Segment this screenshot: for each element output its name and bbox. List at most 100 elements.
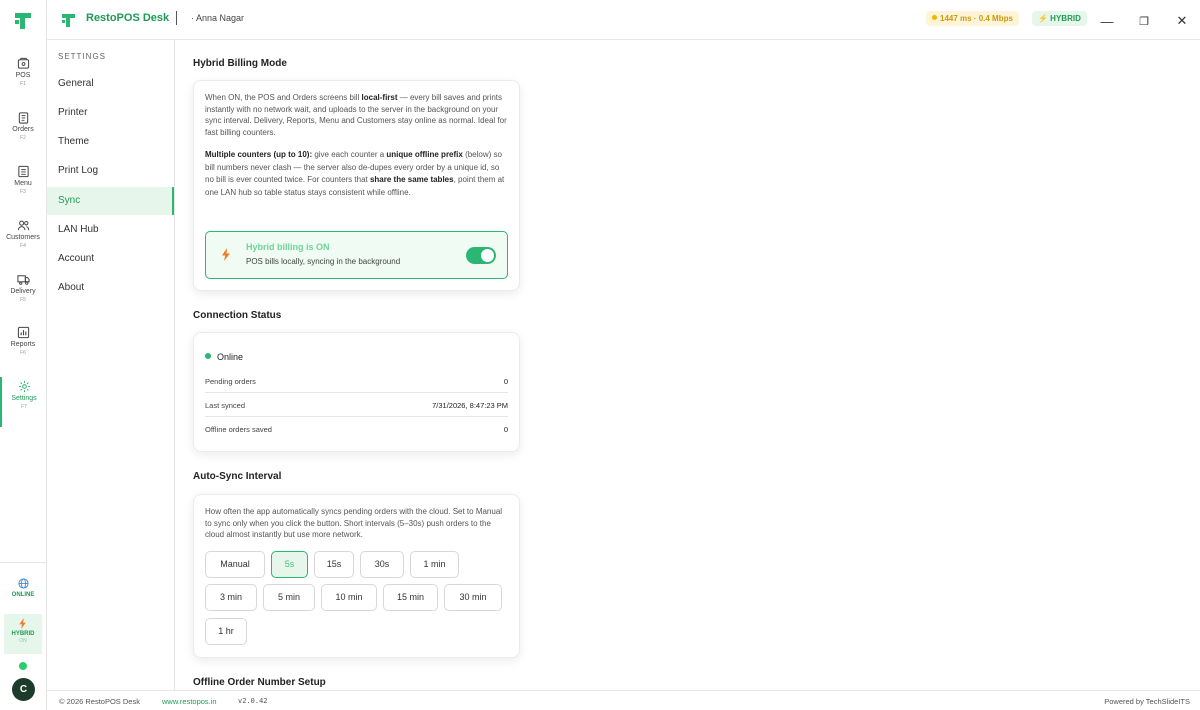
last-synced-label: Last synced: [205, 401, 246, 410]
title-bar: RestoPOS Desk · Anna Nagar 1447 ms · 0.4…: [0, 0, 1200, 40]
settings-nav-general[interactable]: General: [47, 70, 174, 98]
nav-reports-label: Reports: [10, 341, 36, 348]
nav-pos-shortcut: F1: [20, 81, 26, 87]
interval-10min[interactable]: 10 min: [321, 584, 377, 611]
globe-icon: [17, 578, 29, 589]
hybrid-section-title: Hybrid Billing Mode: [193, 58, 287, 69]
interval-5min[interactable]: 5 min: [263, 584, 315, 611]
pending-orders-label: Pending orders: [205, 377, 256, 386]
nav-delivery[interactable]: Delivery F5: [0, 270, 46, 320]
hybrid-status-subtitle: POS bills locally, syncing in the backgr…: [246, 257, 401, 266]
multi-counter-desc-part: give each counter a: [312, 150, 387, 159]
nav-orders[interactable]: Orders F2: [0, 108, 46, 158]
nav-delivery-shortcut: F5: [20, 297, 26, 303]
hybrid-desc-part: When ON, the POS and Orders screens bill: [205, 93, 362, 102]
interval-15min[interactable]: 15 min: [383, 584, 438, 611]
footer-copyright: © 2026 RestoPOS Desk: [59, 697, 140, 706]
nav-settings[interactable]: Settings F7: [0, 377, 46, 427]
users-icon: [17, 220, 29, 231]
settings-nav-lan-hub[interactable]: LAN Hub: [47, 216, 174, 244]
hybrid-billing-toggle[interactable]: [466, 247, 496, 264]
settings-nav: SETTINGS General Printer Theme Print Log…: [47, 40, 175, 690]
autosync-section-title: Auto-Sync Interval: [193, 471, 282, 482]
network-status-badge: 1447 ms · 0.4 Mbps: [926, 11, 1019, 26]
restore-button[interactable]: ❐: [1133, 10, 1155, 32]
nav-menu-label: Menu: [14, 180, 32, 187]
interval-30min[interactable]: 30 min: [444, 584, 502, 611]
settings-nav-about[interactable]: About: [47, 274, 174, 302]
clipboard-icon: [18, 112, 28, 124]
nav-orders-label: Orders: [12, 126, 34, 133]
hybrid-status-box: Hybrid billing is ON POS bills locally, …: [205, 231, 508, 279]
network-status-text: 1447 ms · 0.4 Mbps: [940, 14, 1013, 23]
menu-book-icon: [17, 165, 29, 178]
connection-section-title: Connection Status: [193, 310, 282, 321]
connection-status-label: Online: [217, 352, 244, 362]
pending-orders-value: 0: [503, 377, 508, 386]
footer-version: v2.0.42: [238, 697, 268, 705]
close-button[interactable]: ✕: [1171, 10, 1193, 32]
offline-orders-row: Offline orders saved 0: [205, 417, 508, 441]
hybrid-description: When ON, the POS and Orders screens bill…: [205, 92, 509, 138]
interval-1min[interactable]: 1 min: [410, 551, 459, 578]
footer-website-link[interactable]: www.restopos.in: [162, 697, 217, 706]
nav-customers[interactable]: Customers F4: [0, 216, 46, 266]
app-logo-icon: [62, 14, 75, 27]
interval-3min[interactable]: 3 min: [205, 584, 257, 611]
settings-nav-print-log[interactable]: Print Log: [47, 157, 174, 185]
title-separator: [176, 11, 177, 25]
gear-icon: [18, 380, 30, 393]
bolt-icon: [222, 248, 230, 261]
online-label: ONLINE: [11, 592, 35, 598]
last-synced-row: Last synced 7/31/2026, 8:47:23 PM: [205, 393, 508, 417]
hybrid-toggle-shortcut[interactable]: HYBRID ON: [4, 614, 42, 654]
rail-divider: [0, 562, 46, 563]
nav-reports[interactable]: Reports F6: [0, 323, 46, 373]
share-tables-emphasis: share the same tables: [369, 175, 454, 185]
cash-register-icon: [17, 57, 29, 69]
branch-name: · Anna Nagar: [191, 13, 245, 23]
settings-nav-heading: SETTINGS: [58, 52, 107, 61]
offline-orders-value: 0: [503, 425, 508, 434]
hybrid-label: HYBRID: [11, 631, 35, 637]
avatar[interactable]: C: [12, 678, 35, 701]
pending-orders-row: Pending orders 0: [205, 369, 508, 393]
status-dot-icon: [932, 15, 937, 20]
nav-menu-shortcut: F3: [20, 189, 26, 195]
offline-orders-label: Offline orders saved: [205, 425, 272, 434]
hybrid-status-title: Hybrid billing is ON: [246, 242, 330, 252]
nav-settings-label: Settings: [11, 395, 37, 402]
truck-icon: [16, 275, 30, 285]
hybrid-card: When ON, the POS and Orders screens bill…: [193, 80, 520, 291]
nav-pos[interactable]: POS F1: [0, 54, 46, 104]
minimize-button[interactable]: —: [1096, 10, 1118, 32]
local-first-emphasis: local-first: [361, 93, 398, 102]
autosync-description: How often the app automatically syncs pe…: [205, 507, 503, 539]
online-dot-icon: [205, 353, 211, 359]
interval-1hr[interactable]: 1 hr: [205, 618, 247, 645]
nav-delivery-label: Delivery: [10, 288, 36, 295]
interval-30s[interactable]: 30s: [360, 551, 404, 578]
nav-customers-label: Customers: [6, 234, 40, 241]
connection-status: Online: [205, 352, 243, 362]
settings-nav-theme[interactable]: Theme: [47, 128, 174, 156]
bolt-icon: [19, 618, 26, 629]
interval-5s[interactable]: 5s: [271, 551, 308, 578]
hybrid-state-label: ON: [19, 638, 27, 644]
nav-menu[interactable]: Menu F3: [0, 162, 46, 212]
nav-pos-label: POS: [15, 72, 31, 79]
footer: © 2026 RestoPOS Desk www.restopos.in v2.…: [47, 690, 1200, 710]
toggle-knob: [481, 249, 494, 262]
settings-nav-printer[interactable]: Printer: [47, 99, 174, 127]
connection-dot: [19, 662, 27, 670]
settings-nav-sync[interactable]: Sync: [47, 187, 174, 215]
multi-counter-description: Multiple counters (up to 10): give each …: [205, 149, 509, 200]
nav-settings-shortcut: F7: [21, 404, 27, 410]
interval-manual[interactable]: Manual: [205, 551, 265, 578]
interval-15s[interactable]: 15s: [314, 551, 354, 578]
main-nav-rail: POS F1 Orders F2 Menu F3 Customers F4 De…: [0, 0, 47, 710]
footer-powered-by: Powered by TechSlideITS: [1104, 697, 1190, 706]
settings-content: Hybrid Billing Mode When ON, the POS and…: [176, 40, 1200, 690]
nav-customers-shortcut: F4: [20, 243, 26, 249]
settings-nav-account[interactable]: Account: [47, 245, 174, 273]
